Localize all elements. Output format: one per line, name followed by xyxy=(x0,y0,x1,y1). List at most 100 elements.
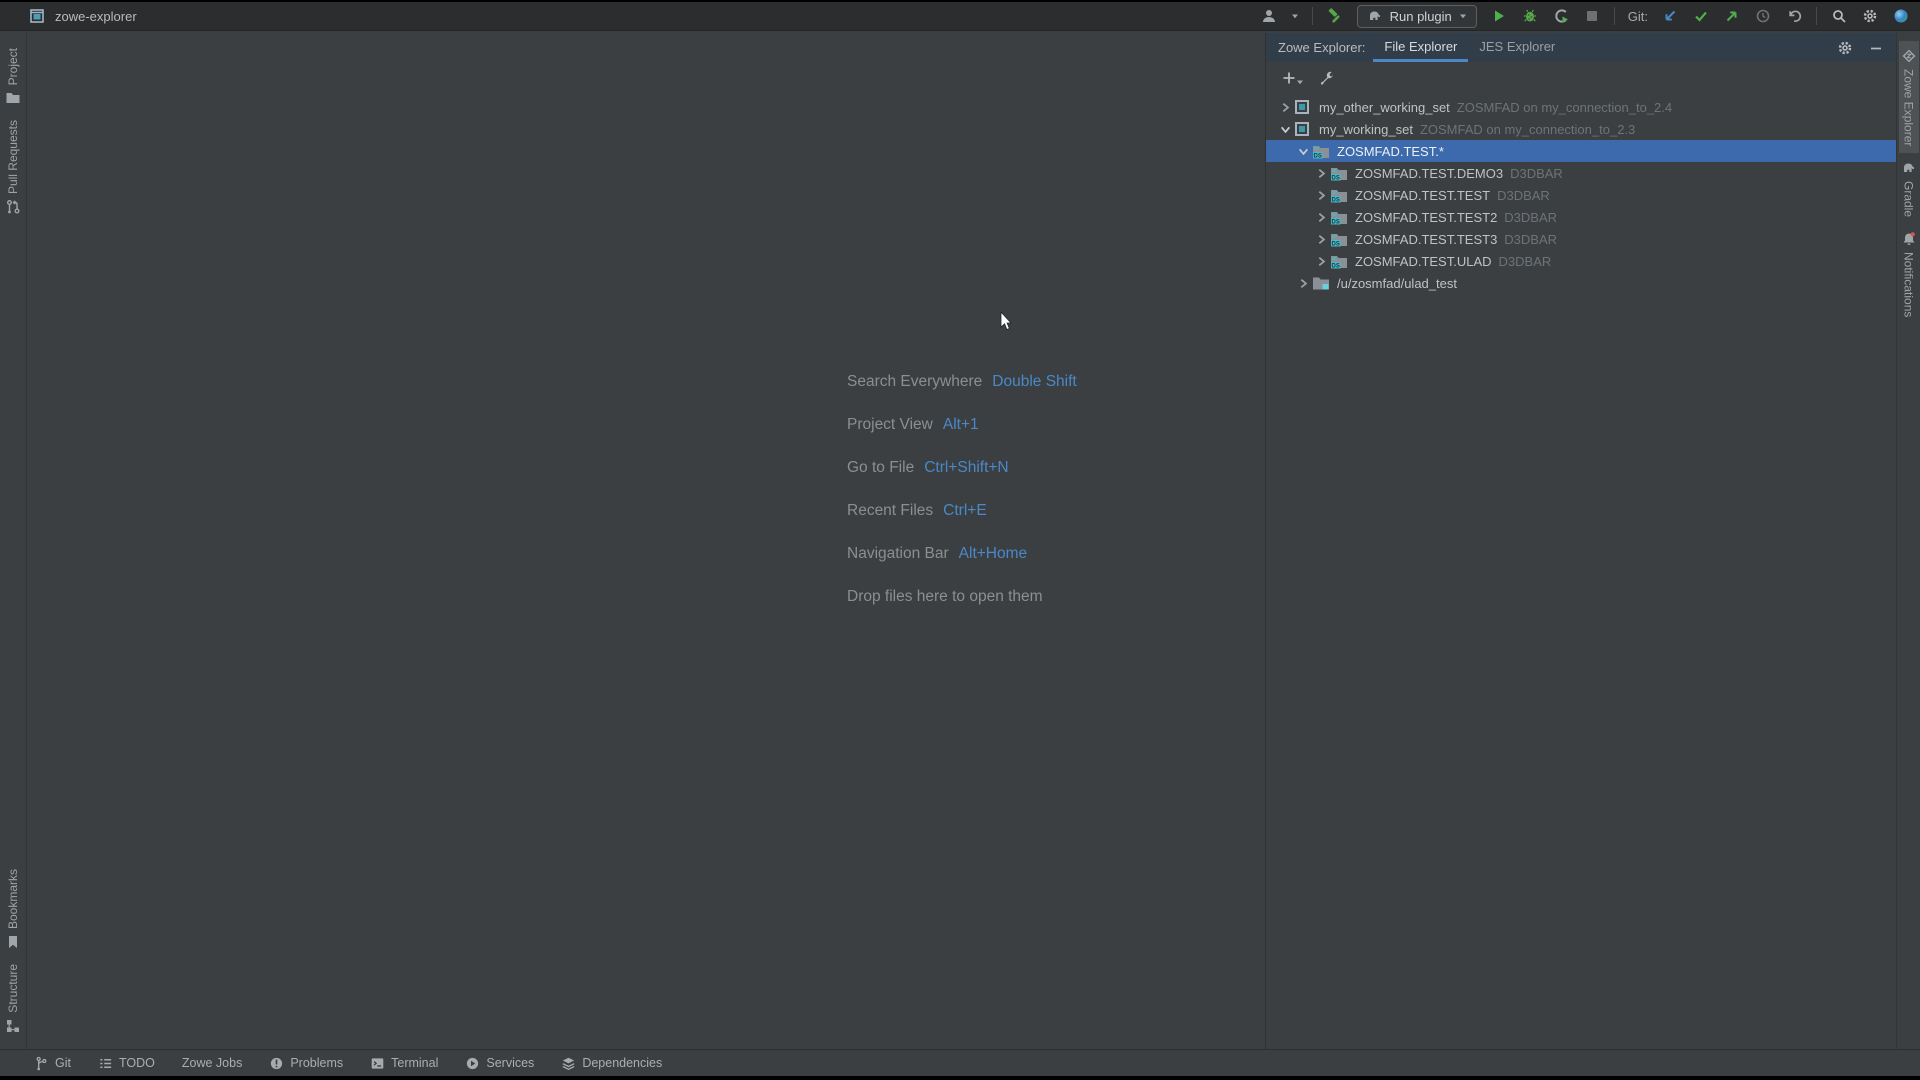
panel-hide-icon[interactable] xyxy=(1868,40,1884,56)
left-stripe-bottom-group: Bookmarks Structure xyxy=(3,862,23,1041)
status-bar-tool-button[interactable]: Problems xyxy=(269,1056,343,1071)
editor-shortcut-hints: Search Everywhere Double Shift Project V… xyxy=(847,372,1077,630)
svg-text:DS: DS xyxy=(1314,153,1322,159)
tree-row[interactable]: DS ZOSMFAD.TEST.TEST3 D3DBAR xyxy=(1266,228,1896,250)
edit-settings-wrench-button[interactable] xyxy=(1319,70,1335,86)
tool-stripe-label: Bookmarks xyxy=(6,869,20,929)
status-bar-tool-button[interactable]: Dependencies xyxy=(561,1056,662,1071)
tree-chevron-icon[interactable] xyxy=(1276,101,1294,113)
wrench-icon xyxy=(1319,70,1335,86)
tree-chevron-icon[interactable] xyxy=(1276,123,1294,135)
tree-row[interactable]: DS ZOSMFAD.TEST.DEMO3 D3DBAR xyxy=(1266,162,1896,184)
svg-text:DS: DS xyxy=(1332,219,1340,225)
run-button-icon[interactable] xyxy=(1490,7,1508,25)
tree-node-suffix: D3DBAR xyxy=(1504,210,1557,225)
status-bar: Git TODO Zowe Jobs Problems Terminal Ser… xyxy=(0,1049,1920,1076)
git-widget-label: Git: xyxy=(1628,9,1648,24)
shortcut-hint-line: Go to File Ctrl+Shift+N xyxy=(847,458,1077,478)
tool-stripe-button[interactable]: Structure xyxy=(3,957,23,1041)
tree-node-name: /u/zosmfad/ulad_test xyxy=(1337,276,1457,291)
working-set-icon xyxy=(1294,99,1314,115)
tree-row[interactable]: DS ZOSMFAD.TEST.TEST2 D3DBAR xyxy=(1266,206,1896,228)
search-everywhere-icon[interactable] xyxy=(1830,7,1848,25)
tree-node-suffix: D3DBAR xyxy=(1504,232,1557,247)
tool-stripe-button[interactable]: Zowe Explorer xyxy=(1899,41,1919,153)
history-icon[interactable] xyxy=(1754,7,1772,25)
zowe-explorer-panel: Zowe Explorer: File ExplorerJES Explorer xyxy=(1265,33,1896,1049)
tree-row[interactable]: my_other_working_set ZOSMFAD on my_conne… xyxy=(1266,96,1896,118)
tree-node-suffix: D3DBAR xyxy=(1499,254,1552,269)
tree-row[interactable]: DS ZOSMFAD.TEST.ULAD D3DBAR xyxy=(1266,250,1896,272)
content-area: Project Pull Requests Bookmarks Structur… xyxy=(0,33,1920,1049)
debug-button-icon[interactable] xyxy=(1521,7,1539,25)
tool-window-tab[interactable]: File Explorer xyxy=(1373,33,1468,62)
tool-stripe-button[interactable]: Gradle xyxy=(1899,153,1919,224)
tool-stripe-button[interactable]: Pull Requests xyxy=(3,113,23,222)
status-bar-tool-button[interactable]: Services xyxy=(465,1056,534,1071)
tree-node-name: ZOSMFAD.TEST.DEMO3 xyxy=(1355,166,1503,181)
status-bar-tool-button[interactable]: Git xyxy=(34,1056,71,1071)
tree-chevron-icon[interactable] xyxy=(1312,167,1330,179)
status-bar-tool-button[interactable]: TODO xyxy=(98,1056,155,1071)
tool-window-tab[interactable]: JES Explorer xyxy=(1468,33,1566,62)
user-profile-caret-icon[interactable] xyxy=(1291,7,1299,25)
shortcut-hint-line: Search Everywhere Double Shift xyxy=(847,372,1077,392)
tool-stripe-label: Zowe Explorer xyxy=(1902,69,1916,146)
tree-chevron-icon[interactable] xyxy=(1294,145,1312,157)
tool-stripe-label: Notifications xyxy=(1902,252,1916,317)
settings-gear-icon[interactable] xyxy=(1861,7,1879,25)
status-bar-tool-label: Git xyxy=(55,1056,71,1070)
code-with-me-sphere-icon[interactable] xyxy=(1892,7,1910,25)
add-working-set-button[interactable] xyxy=(1281,70,1304,86)
editor-empty-area: Search Everywhere Double Shift Project V… xyxy=(27,33,1265,1049)
panel-settings-gear-icon[interactable] xyxy=(1837,40,1853,56)
run-configuration-combo[interactable]: Run plugin xyxy=(1357,5,1477,28)
tool-stripe-button[interactable]: Project xyxy=(3,41,23,113)
git-update-icon[interactable] xyxy=(1661,7,1679,25)
shortcut-keystroke: Alt+Home xyxy=(959,545,1028,563)
tool-stripe-label: Gradle xyxy=(1902,181,1916,217)
toolbar-separator xyxy=(1312,7,1313,25)
stop-button-icon[interactable] xyxy=(1583,7,1601,25)
status-bar-tool-button[interactable]: Terminal xyxy=(370,1056,438,1071)
user-profile-icon[interactable] xyxy=(1260,7,1278,25)
tree-row[interactable]: /u/zosmfad/ulad_test xyxy=(1266,272,1896,294)
tool-stripe-label: Structure xyxy=(6,964,20,1013)
tree-chevron-icon[interactable] xyxy=(1312,211,1330,223)
dataset-icon: DS xyxy=(1312,143,1332,159)
tool-window-header: Zowe Explorer: File ExplorerJES Explorer xyxy=(1266,33,1896,62)
drop-files-hint: Drop files here to open them xyxy=(847,588,1043,606)
dataset-icon: DS xyxy=(1330,231,1350,247)
status-bar-tool-label: TODO xyxy=(119,1056,155,1070)
tree-node-name: ZOSMFAD.TEST.ULAD xyxy=(1355,254,1492,269)
tool-window-tabs: File ExplorerJES Explorer xyxy=(1373,33,1566,62)
git-push-icon[interactable] xyxy=(1723,7,1741,25)
tool-stripe-button[interactable]: Notifications xyxy=(1899,224,1919,324)
tree-row[interactable]: my_working_set ZOSMFAD on my_connection_… xyxy=(1266,118,1896,140)
shortcut-keystroke: Ctrl+Shift+N xyxy=(924,459,1008,477)
run-with-coverage-icon[interactable] xyxy=(1552,7,1570,25)
shortcut-action-label: Navigation Bar xyxy=(847,545,949,563)
tree-row[interactable]: DS ZOSMFAD.TEST.* xyxy=(1266,140,1896,162)
tree-chevron-icon[interactable] xyxy=(1312,255,1330,267)
shortcut-keystroke: Double Shift xyxy=(992,373,1076,391)
status-bar-tool-button[interactable]: Zowe Jobs xyxy=(182,1056,242,1071)
tree-chevron-icon[interactable] xyxy=(1294,277,1312,289)
file-explorer-tree: my_other_working_set ZOSMFAD on my_conne… xyxy=(1266,96,1896,294)
tree-chevron-icon[interactable] xyxy=(1312,233,1330,245)
tool-stripe-button[interactable]: Bookmarks xyxy=(3,862,23,957)
tree-row[interactable]: DS ZOSMFAD.TEST.TEST D3DBAR xyxy=(1266,184,1896,206)
tree-node-name: my_other_working_set xyxy=(1319,100,1450,115)
tree-node-suffix: D3DBAR xyxy=(1497,188,1550,203)
title-bar: zowe-explorer Run plugin Git: xyxy=(0,0,1920,31)
tree-node-suffix: D3DBAR xyxy=(1510,166,1563,181)
build-hammer-icon[interactable] xyxy=(1326,7,1344,25)
git-commit-icon[interactable] xyxy=(1692,7,1710,25)
status-bar-tool-label: Services xyxy=(486,1056,534,1070)
ide-window: zowe-explorer Run plugin Git: xyxy=(0,0,1920,1080)
svg-text:DS: DS xyxy=(1332,175,1340,181)
left-tool-stripe: Project Pull Requests Bookmarks Structur… xyxy=(0,33,27,1049)
tree-chevron-icon[interactable] xyxy=(1312,189,1330,201)
tool-stripe-label: Project xyxy=(6,48,20,85)
rollback-icon[interactable] xyxy=(1785,7,1803,25)
